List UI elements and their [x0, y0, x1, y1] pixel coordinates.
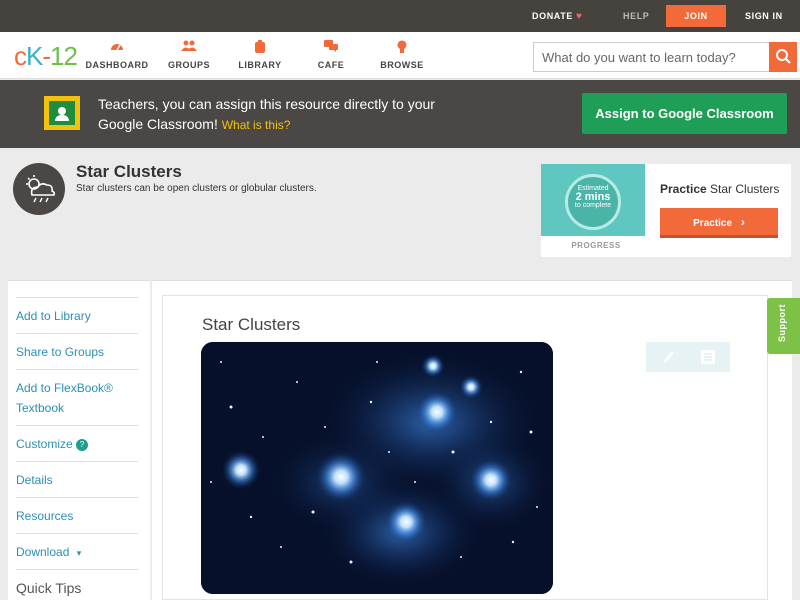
sidebar-item-customize[interactable]: Customize ?	[16, 425, 138, 454]
library-icon	[225, 40, 295, 56]
top-bar: DONATE ♥ HELP JOIN SIGN IN	[0, 0, 800, 32]
what-is-this-link[interactable]: What is this?	[222, 118, 291, 132]
help-icon[interactable]: ?	[76, 439, 89, 451]
sidebar-item-share-to-groups[interactable]: Share to Groups	[16, 333, 138, 362]
join-button[interactable]: JOIN	[666, 5, 726, 27]
nav-library[interactable]: LIBRARY	[225, 40, 295, 70]
donate-link[interactable]: DONATE ♥	[532, 0, 582, 32]
sign-in-link[interactable]: SIGN IN	[745, 0, 783, 32]
cafe-chat-icon	[296, 40, 366, 56]
help-link[interactable]: HELP	[623, 0, 649, 32]
page-subtitle: Star clusters can be open clusters or gl…	[76, 183, 317, 194]
sidebar-item-download[interactable]: Download ▾	[16, 533, 138, 563]
heart-icon: ♥	[575, 11, 583, 22]
nav-browse[interactable]: BROWSE	[367, 40, 437, 70]
progress-illustration: Estimated 2 mins to complete	[541, 164, 645, 236]
sidebar-item-resources[interactable]: Resources	[16, 497, 138, 526]
practice-button[interactable]: Practice ›	[660, 208, 778, 238]
dashboard-icon	[82, 40, 152, 56]
page-title: Star Clusters	[76, 162, 182, 181]
support-tab[interactable]: Support	[767, 298, 800, 354]
sidebar: Add to Library Share to Groups Add to Fl…	[8, 280, 150, 600]
search-input[interactable]	[533, 42, 770, 72]
nav-groups[interactable]: GROUPS	[154, 40, 224, 70]
practice-title: Practice Star Clusters	[660, 182, 780, 196]
chevron-right-icon: ›	[740, 215, 745, 229]
estimated-time-badge: Estimated 2 mins to complete	[565, 174, 621, 230]
lightbulb-icon	[367, 40, 437, 56]
star-cluster-image	[201, 342, 553, 594]
nav-cafe[interactable]: CAFE	[296, 40, 366, 70]
groups-icon	[154, 40, 224, 56]
sidebar-item-add-to-flexbook[interactable]: Add to FlexBook® Textbook	[16, 369, 138, 418]
pencil-icon[interactable]	[661, 348, 677, 366]
search-button[interactable]	[769, 42, 797, 72]
progress-label: PROGRESS	[571, 241, 621, 250]
banner-message: Teachers, you can assign this resource d…	[98, 96, 435, 132]
notes-icon[interactable]	[700, 349, 716, 365]
ck12-logo[interactable]: cK-12	[14, 41, 78, 71]
weather-cloud-icon	[13, 163, 65, 215]
sidebar-item-add-to-library[interactable]: Add to Library	[16, 297, 138, 326]
content-tools	[646, 342, 730, 372]
caret-down-icon: ▾	[76, 548, 82, 558]
search-icon	[776, 49, 791, 64]
content-title: Star Clusters	[202, 315, 301, 334]
main-nav: cK-12 DASHBOARD GROUPS LIBRARY CAFE BROW…	[0, 32, 800, 79]
sidebar-quick-tips[interactable]: Quick Tips	[16, 569, 138, 598]
nav-dashboard[interactable]: DASHBOARD	[82, 40, 152, 70]
sidebar-item-details[interactable]: Details	[16, 461, 138, 490]
google-classroom-icon	[44, 96, 80, 130]
practice-card: Estimated 2 mins to complete PROGRESS Pr…	[541, 164, 791, 257]
assign-to-classroom-button[interactable]: Assign to Google Classroom	[582, 93, 787, 134]
